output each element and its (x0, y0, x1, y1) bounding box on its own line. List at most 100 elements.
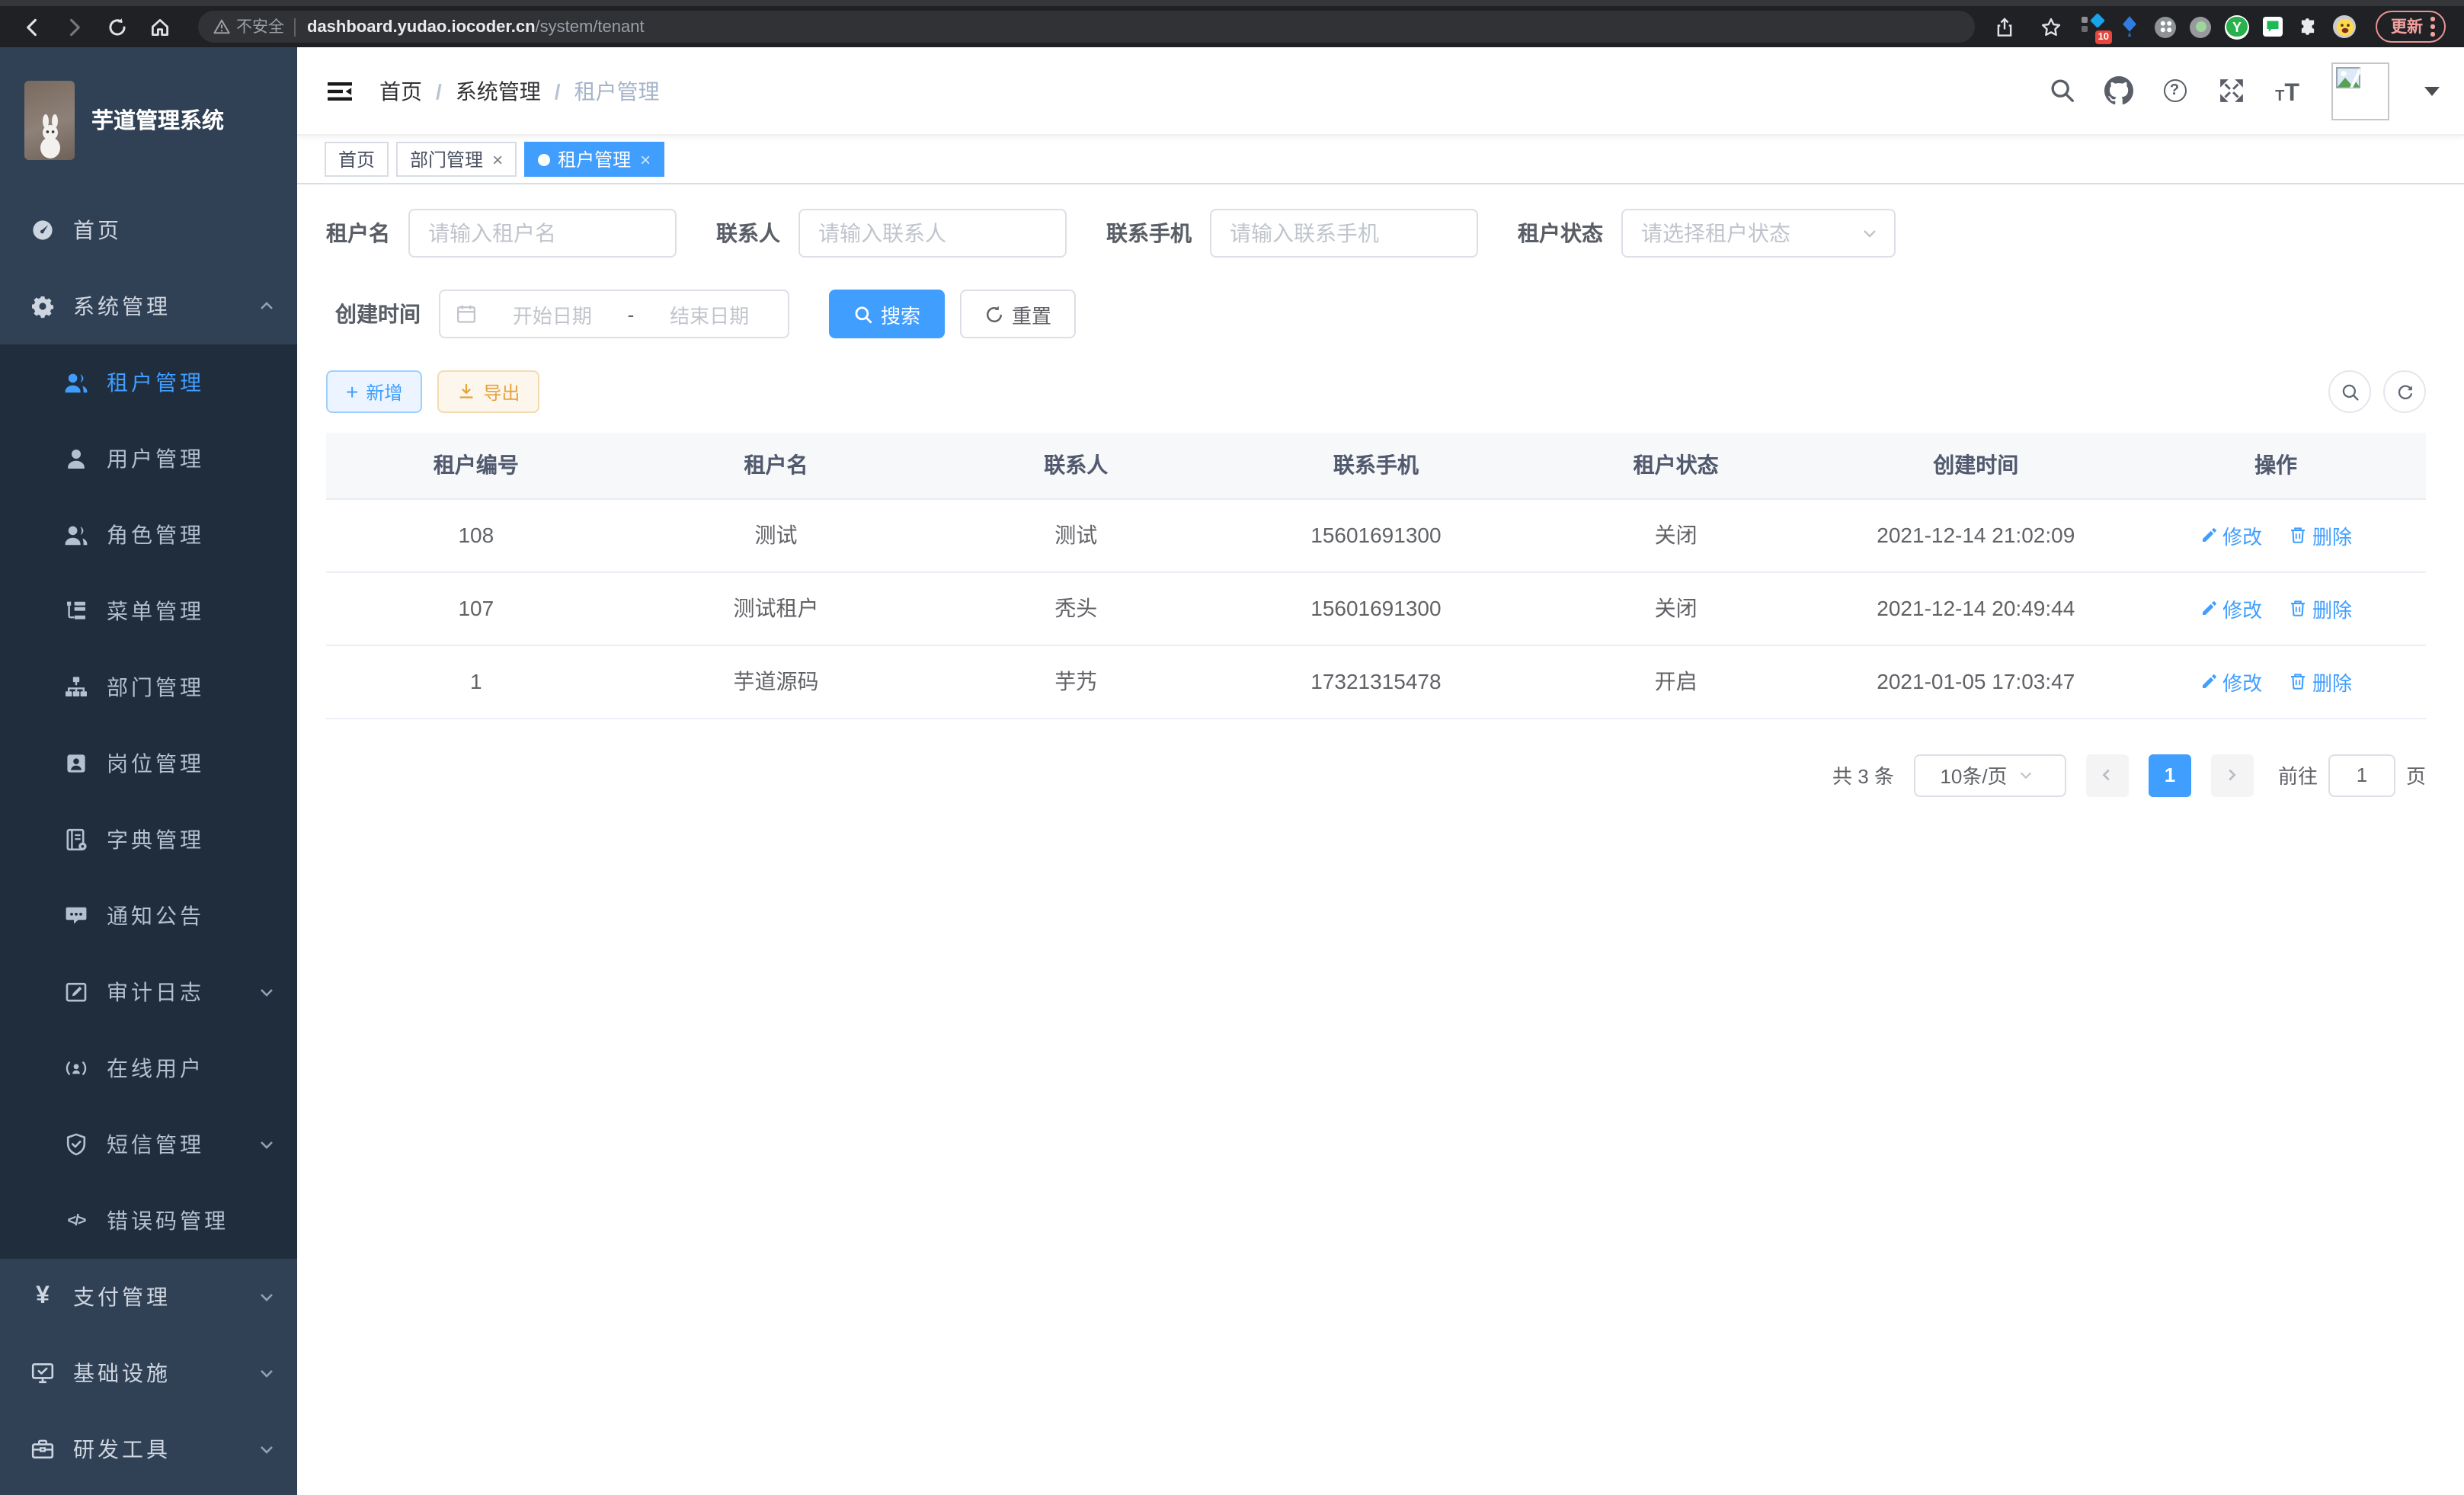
sidebar-item-error-code[interactable]: </> 错误码管理 (0, 1183, 297, 1259)
browser-back-icon[interactable] (15, 10, 49, 43)
cell-mobile: 15601691300 (1226, 498, 1526, 571)
sidebar-collapse-icon[interactable] (325, 75, 355, 106)
delete-link[interactable]: 删除 (2290, 520, 2352, 549)
refresh-table-icon[interactable] (2383, 370, 2426, 413)
extension-kite-icon[interactable] (2118, 15, 2141, 38)
extension-clover-icon[interactable] (2155, 16, 2176, 37)
tenant-table: 租户编号 租户名 联系人 联系手机 租户状态 创建时间 操作 108 测试 (326, 433, 2426, 719)
browser-update-button[interactable]: 更新 (2376, 11, 2446, 43)
edit-link[interactable]: 修改 (2200, 667, 2262, 696)
edit-log-icon (64, 980, 88, 1004)
sidebar-item-notice[interactable]: 通知公告 (0, 878, 297, 954)
chevron-down-icon (258, 1288, 276, 1306)
sidebar-item-dev-tools[interactable]: 研发工具 (0, 1411, 297, 1487)
breadcrumb-home[interactable]: 首页 (379, 75, 422, 106)
plus-icon: + (346, 381, 358, 402)
security-warning-icon[interactable]: 不安全 (213, 15, 284, 38)
extension-y-icon[interactable]: Y (2225, 14, 2249, 39)
close-icon[interactable]: × (640, 150, 651, 168)
tab-dept[interactable]: 部门管理 × (396, 142, 517, 177)
breadcrumb: 首页 / 系统管理 / 租户管理 (379, 75, 660, 106)
search-button[interactable]: 搜索 (829, 290, 945, 338)
monitor-check-icon (30, 1361, 55, 1385)
extension-chat-icon[interactable] (2263, 17, 2283, 37)
reset-button[interactable]: 重置 (960, 290, 1076, 338)
cell-mobile: 15601691300 (1226, 571, 1526, 645)
profile-avatar-icon[interactable] (2333, 15, 2356, 38)
sidebar-item-dept[interactable]: 部门管理 (0, 649, 297, 725)
sidebar-item-dict[interactable]: 字典管理 (0, 802, 297, 878)
sidebar-item-menu[interactable]: 菜单管理 (0, 573, 297, 649)
sidebar-item-system[interactable]: 系统管理 (0, 268, 297, 344)
fullscreen-icon[interactable] (2216, 75, 2246, 106)
tab-home[interactable]: 首页 (325, 142, 389, 177)
close-icon[interactable]: × (492, 150, 503, 168)
address-bar[interactable]: 不安全 dashboard.yudao.iocoder.cn/system/te… (198, 11, 1975, 43)
sidebar-item-user[interactable]: 用户管理 (0, 421, 297, 497)
browser-menu-icon[interactable] (2430, 17, 2435, 37)
message-bubble-icon (64, 904, 88, 928)
edit-link[interactable]: 修改 (2200, 520, 2262, 549)
extension-puzzle-icon[interactable] (2296, 15, 2319, 38)
cell-contact: 芋艿 (926, 645, 1226, 718)
sidebar-item-post[interactable]: 岗位管理 (0, 725, 297, 802)
sidebar-item-sms[interactable]: 短信管理 (0, 1106, 297, 1183)
browser-forward-icon[interactable] (58, 10, 91, 43)
export-button[interactable]: 导出 (437, 370, 539, 413)
tags-view-bar: 首页 部门管理 × 租户管理 × (297, 136, 2464, 184)
header-search-icon[interactable] (2046, 75, 2077, 106)
sidebar-item-role[interactable]: 角色管理 (0, 497, 297, 573)
extension-tag-manager-icon[interactable]: 10 (2082, 15, 2104, 38)
org-chart-icon (64, 675, 88, 699)
show-search-toggle-icon[interactable] (2328, 370, 2371, 413)
page-size-select[interactable]: 10条/页 (1914, 754, 2066, 796)
sidebar-item-infra[interactable]: 基础设施 (0, 1335, 297, 1411)
sidebar-item-online-users[interactable]: 在线用户 (0, 1030, 297, 1106)
share-icon[interactable] (1987, 10, 2021, 43)
browser-reload-icon[interactable] (101, 10, 134, 43)
avatar-broken-image[interactable] (2331, 62, 2389, 120)
page-number-button[interactable]: 1 (2149, 754, 2191, 796)
chevron-down-icon (258, 1135, 276, 1154)
cell-actions: 修改 删除 (2126, 645, 2426, 718)
tab-tenant[interactable]: 租户管理 × (524, 142, 664, 177)
app-logo-row[interactable]: 芋道管理系统 (0, 47, 297, 192)
status-label: 租户状态 (1518, 218, 1603, 248)
breadcrumb-current: 租户管理 (574, 75, 660, 106)
contact-input[interactable] (798, 209, 1067, 258)
users-icon (64, 370, 88, 395)
cell-created: 2021-12-14 21:02:09 (1826, 498, 2126, 571)
edit-link[interactable]: 修改 (2200, 594, 2262, 623)
sidebar-item-pay[interactable]: ¥ 支付管理 (0, 1259, 297, 1335)
sidebar-item-audit-log[interactable]: 审计日志 (0, 954, 297, 1030)
avatar-dropdown-caret[interactable] (2424, 86, 2440, 95)
app-logo-image (24, 80, 75, 159)
breadcrumb-system[interactable]: 系统管理 (456, 75, 541, 106)
cell-mobile: 17321315478 (1226, 645, 1526, 718)
bookmark-star-icon[interactable] (2034, 10, 2068, 43)
tenant-name-label: 租户名 (326, 218, 390, 248)
add-button[interactable]: + 新增 (326, 370, 422, 413)
toolbox-icon (30, 1437, 55, 1461)
delete-link[interactable]: 删除 (2290, 594, 2352, 623)
help-icon[interactable]: ? (2159, 75, 2190, 106)
prev-page-button[interactable] (2086, 754, 2129, 796)
sidebar-item-home[interactable]: 首页 (0, 192, 297, 268)
delete-link[interactable]: 删除 (2290, 667, 2352, 696)
mobile-input[interactable] (1210, 209, 1478, 258)
col-status: 租户状态 (1526, 433, 1826, 498)
screen: 不安全 dashboard.yudao.iocoder.cn/system/te… (0, 0, 2464, 1495)
sidebar-item-tenant[interactable]: 租户管理 (0, 344, 297, 421)
tenant-name-input[interactable] (408, 209, 677, 258)
browser-home-icon[interactable] (143, 10, 177, 43)
roles-icon (64, 523, 88, 547)
font-size-icon[interactable]: TT (2272, 75, 2302, 106)
next-page-button[interactable] (2211, 754, 2254, 796)
status-select[interactable]: 请选择租户状态 (1621, 209, 1896, 258)
create-time-range-picker[interactable]: 开始日期 - 结束日期 (439, 290, 789, 338)
goto-page-input[interactable] (2328, 754, 2395, 796)
github-icon[interactable] (2103, 75, 2133, 106)
chevron-down-icon (2017, 767, 2053, 783)
extension-record-icon[interactable] (2190, 16, 2211, 37)
col-tenant-name: 租户名 (626, 433, 926, 498)
